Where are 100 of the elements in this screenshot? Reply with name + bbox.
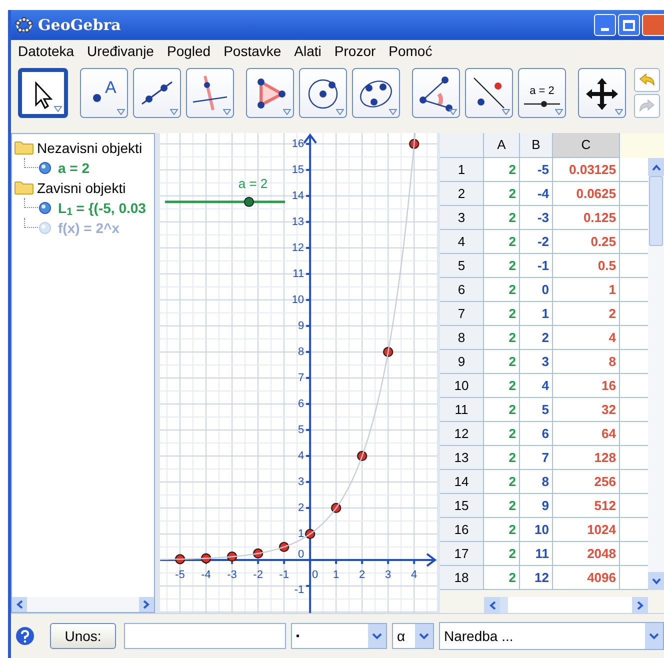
help-icon[interactable]	[15, 626, 35, 646]
row-header[interactable]: 4	[440, 230, 484, 254]
scroll-right-button[interactable]	[632, 597, 648, 613]
table-cell[interactable]: 0	[520, 278, 553, 302]
table-cell[interactable]: 0.5	[553, 254, 620, 278]
row-header[interactable]: 13	[440, 446, 484, 470]
tool-button[interactable]	[18, 68, 68, 118]
row-header[interactable]: 6	[440, 278, 484, 302]
vertical-scrollbar[interactable]	[648, 158, 664, 590]
menu-item[interactable]: Pogled	[166, 40, 211, 62]
table-cell[interactable]: 4	[553, 326, 620, 350]
scroll-down-button[interactable]	[648, 572, 664, 590]
row-header[interactable]: 1	[440, 158, 484, 182]
table-cell[interactable]: 256	[553, 470, 620, 494]
scroll-left-button[interactable]	[12, 597, 27, 612]
tool-button[interactable]	[412, 68, 460, 118]
menu-item[interactable]: Uređivanje	[87, 40, 154, 62]
table-cell[interactable]: 8	[553, 350, 620, 374]
table-cell[interactable]: 512	[553, 494, 620, 518]
row-header[interactable]: 3	[440, 206, 484, 230]
table-cell[interactable]: 2	[553, 302, 620, 326]
row-header[interactable]: 17	[440, 542, 484, 566]
tool-button[interactable]: a = 2	[518, 68, 566, 118]
data-point[interactable]	[357, 450, 368, 462]
slider-track[interactable]	[165, 196, 285, 207]
table-cell[interactable]: 1	[553, 278, 620, 302]
row-header[interactable]: 15	[440, 494, 484, 518]
scroll-up-button[interactable]	[648, 158, 664, 176]
table-cell[interactable]: -2	[520, 230, 553, 254]
table-cell[interactable]: 11	[520, 542, 553, 566]
folder-label[interactable]: Nezavisni objekti	[37, 138, 142, 158]
table-cell[interactable]: -4	[520, 182, 553, 206]
table-cell[interactable]: -1	[520, 254, 553, 278]
table-cell[interactable]: 1	[520, 302, 553, 326]
command-dropdown[interactable]: Naredba ...	[439, 622, 664, 650]
table-cell[interactable]: 0.125	[553, 206, 620, 230]
table-cell[interactable]: 2048	[553, 542, 620, 566]
table-cell[interactable]: 10	[520, 518, 553, 542]
scroll-thumb[interactable]	[500, 597, 508, 613]
table-cell[interactable]: 16	[553, 374, 620, 398]
data-point[interactable]	[226, 551, 238, 562]
data-point[interactable]	[330, 502, 342, 514]
column-header[interactable]: C	[553, 133, 620, 158]
menu-item[interactable]: Pomoć	[388, 40, 432, 62]
input-field[interactable]	[124, 623, 286, 649]
greek-letter-dropdown[interactable]: α	[392, 623, 434, 649]
data-point[interactable]	[200, 553, 212, 564]
table-cell[interactable]: 1024	[553, 518, 620, 542]
table-cell[interactable]: 0.03125	[553, 158, 620, 182]
slider-thumb[interactable]	[244, 196, 254, 207]
table-cell[interactable]: 9	[520, 494, 553, 518]
data-point[interactable]	[278, 542, 290, 552]
table-cell[interactable]: 12	[520, 566, 553, 590]
table-cell[interactable]: 3	[520, 350, 553, 374]
tool-button[interactable]	[133, 68, 181, 118]
row-header[interactable]: 5	[440, 254, 484, 278]
row-header[interactable]: 9	[440, 350, 484, 374]
tool-button[interactable]	[186, 68, 234, 118]
tool-button[interactable]	[465, 68, 513, 118]
folder-label[interactable]: Zavisni objekti	[37, 178, 126, 198]
row-header[interactable]: 18	[440, 566, 484, 590]
scroll-right-button[interactable]	[139, 597, 154, 612]
menu-item[interactable]: Prozor	[334, 40, 376, 62]
tool-button[interactable]	[246, 68, 294, 118]
data-point[interactable]	[383, 346, 394, 358]
menu-item[interactable]: Postavke	[224, 40, 282, 62]
horizontal-scrollbar[interactable]	[12, 597, 154, 612]
undo-button[interactable]	[634, 68, 660, 92]
row-header[interactable]: 2	[440, 182, 484, 206]
scroll-thumb[interactable]	[649, 176, 663, 246]
tool-button[interactable]: A	[80, 68, 128, 118]
scroll-left-button[interactable]	[484, 597, 500, 613]
row-header[interactable]: 11	[440, 398, 484, 422]
table-cell[interactable]: 64	[553, 422, 620, 446]
tool-button[interactable]	[352, 68, 400, 118]
row-header[interactable]: 14	[440, 470, 484, 494]
minimize-button[interactable]	[594, 14, 616, 36]
row-header[interactable]: 16	[440, 518, 484, 542]
visibility-bullet-icon[interactable]	[38, 201, 52, 215]
row-header[interactable]: 7	[440, 302, 484, 326]
table-cell[interactable]: 4	[520, 374, 553, 398]
row-header[interactable]: 12	[440, 422, 484, 446]
table-cell[interactable]: 2	[520, 326, 553, 350]
row-header[interactable]: 10	[440, 374, 484, 398]
table-cell[interactable]: 32	[553, 398, 620, 422]
tool-button[interactable]	[299, 68, 347, 118]
table-cell[interactable]: 7	[520, 446, 553, 470]
menu-item[interactable]: Datoteka	[18, 40, 74, 62]
maximize-button[interactable]	[618, 14, 640, 36]
menu-item[interactable]: Alati	[294, 40, 322, 62]
table-cell[interactable]: 0.0625	[553, 182, 620, 206]
table-cell[interactable]: 8	[520, 470, 553, 494]
table-cell[interactable]: 0.25	[553, 230, 620, 254]
visibility-bullet-icon[interactable]	[38, 161, 52, 175]
table-cell[interactable]: 6	[520, 422, 553, 446]
graphics-view[interactable]: -5 -4 -3 -2 -1 0 1 2 3 4 -1 0 1 2 3 4 5 6 7 8 9 10 11 12 13 14 15 16 a = 2	[160, 133, 437, 613]
input-label-button[interactable]: Unos:	[50, 623, 116, 649]
table-cell[interactable]: 128	[553, 446, 620, 470]
table-cell[interactable]: 4096	[553, 566, 620, 590]
horizontal-scrollbar[interactable]	[484, 597, 648, 613]
